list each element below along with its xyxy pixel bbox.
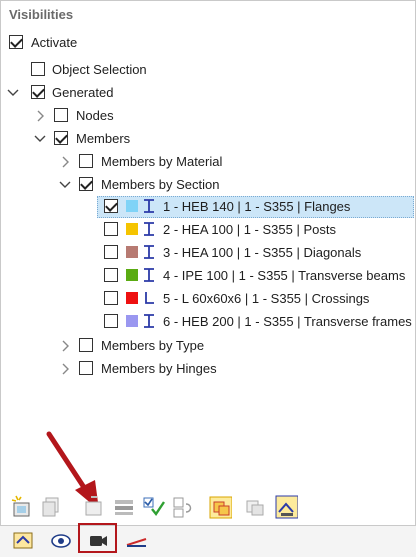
chevron-down-icon[interactable] [6,85,20,101]
chevron-down-icon[interactable] [33,131,47,147]
section-checkbox[interactable] [104,268,118,282]
tree-label: Generated [52,85,114,100]
data-icon[interactable] [6,526,40,556]
i-beam-icon [144,268,154,282]
tree-row-nodes[interactable]: Nodes [0,105,416,127]
tree-label: Members [76,131,131,146]
color-swatch [126,246,138,258]
color-swatch [126,292,138,304]
tree-row-section-4[interactable]: 4 - IPE 100 | 1 - S355 | Transverse beam… [0,265,416,287]
tree-label: Members by Material [101,154,223,169]
tree-label: Members by Section [101,177,220,192]
chevron-right-icon[interactable] [33,108,47,124]
panel-title: Visibilities [9,7,74,22]
show-objects-icon[interactable] [208,494,232,520]
tree-label: 6 - HEB 200 | 1 - S355 | Transverse fram… [163,314,412,329]
tree-label: Object Selection [52,62,147,77]
tree-label: 2 - HEA 100 | 1 - S355 | Posts [163,222,336,237]
chevron-down-icon[interactable] [58,177,72,193]
tree-row-object-selection[interactable]: Object Selection [0,59,416,81]
tree-row-members[interactable]: Members [0,128,416,150]
color-swatch [126,223,138,235]
eye-icon[interactable] [44,526,78,556]
tree-label: Members by Type [101,338,205,353]
tree-label: 4 - IPE 100 | 1 - S355 | Transverse beam… [163,268,406,283]
hide-objects-icon[interactable] [242,494,266,520]
chevron-right-icon[interactable] [58,361,72,377]
color-swatch [126,200,138,212]
i-beam-icon [144,222,154,236]
nodes-checkbox[interactable] [54,108,68,122]
color-swatch [126,269,138,281]
tree-row-activate[interactable]: Activate [0,32,416,54]
members-by-section-checkbox[interactable] [79,177,93,191]
check-all-icon[interactable] [142,494,166,520]
tree-row-generated[interactable]: Generated [0,82,416,104]
section-checkbox[interactable] [104,314,118,328]
new-visibility-icon[interactable] [10,494,34,520]
tree-row-members-by-section[interactable]: Members by Section [0,174,416,196]
tree-label: 1 - HEB 140 | 1 - S355 | Flanges [163,199,351,214]
i-beam-icon [144,199,154,213]
views-tab-highlight [78,523,117,553]
copy-visibility-icon[interactable] [40,494,64,520]
tree-row-section-2[interactable]: 2 - HEA 100 | 1 - S355 | Posts [0,219,416,241]
results-line-icon[interactable] [119,526,153,556]
tree-row-section-6[interactable]: 6 - HEB 200 | 1 - S355 | Transverse fram… [0,311,416,333]
tree-row-section-5[interactable]: 5 - L 60x60x6 | 1 - S355 | Crossings [0,288,416,310]
i-beam-icon [144,245,154,259]
edit-visibility-icon[interactable] [112,494,136,520]
visibility-toolbar [6,492,406,524]
members-by-material-checkbox[interactable] [79,154,93,168]
activate-checkbox[interactable] [9,35,23,49]
members-checkbox[interactable] [54,131,68,145]
angle-section-icon [145,292,154,304]
members-by-hinges-checkbox[interactable] [79,361,93,375]
delete-visibility-icon[interactable] [82,494,106,520]
i-beam-icon [144,314,154,328]
chevron-right-icon[interactable] [58,338,72,354]
chevron-right-icon[interactable] [58,154,72,170]
tree-label: 3 - HEA 100 | 1 - S355 | Diagonals [163,245,362,260]
isolate-icon[interactable] [274,494,298,520]
section-checkbox[interactable] [104,245,118,259]
generated-checkbox[interactable] [31,85,45,99]
section-checkbox[interactable] [104,291,118,305]
object-selection-checkbox[interactable] [31,62,45,76]
tree-label: Nodes [76,108,114,123]
uncheck-all-icon[interactable] [172,494,196,520]
tree-row-members-by-type[interactable]: Members by Type [0,335,416,357]
navigator-tab-bar [0,525,416,557]
section-checkbox[interactable] [104,222,118,236]
tree-label: Activate [31,35,78,50]
tree-row-members-by-hinges[interactable]: Members by Hinges [0,358,416,380]
members-by-type-checkbox[interactable] [79,338,93,352]
section-checkbox[interactable] [104,199,118,213]
tree-label: Members by Hinges [101,361,217,376]
tree-label: 5 - L 60x60x6 | 1 - S355 | Crossings [163,291,370,306]
tree-row-section-3[interactable]: 3 - HEA 100 | 1 - S355 | Diagonals [0,242,416,264]
tree-row-section-1[interactable]: 1 - HEB 140 | 1 - S355 | Flanges [0,196,416,218]
color-swatch [126,315,138,327]
tree-row-members-by-material[interactable]: Members by Material [0,151,416,173]
